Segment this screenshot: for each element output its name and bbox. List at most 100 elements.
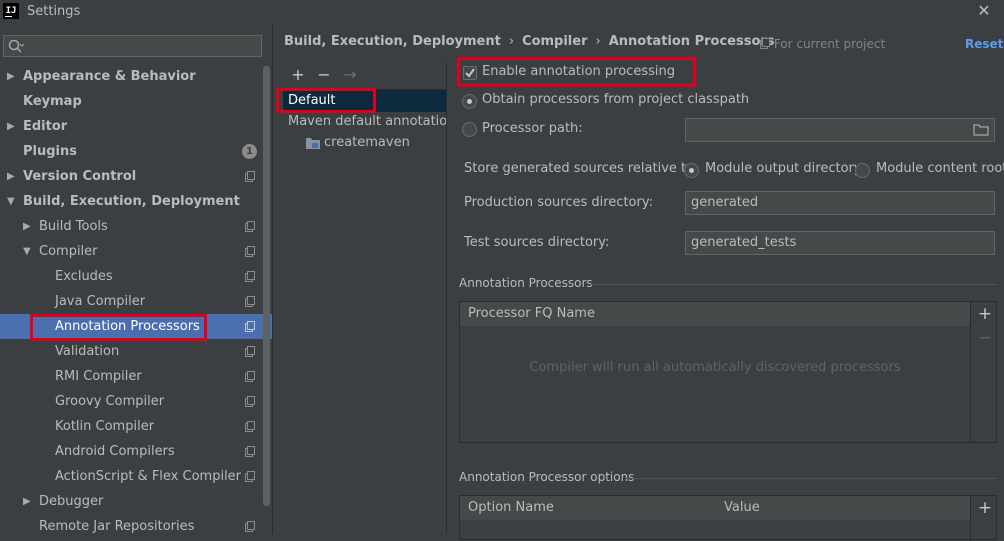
search-input[interactable] xyxy=(3,35,262,57)
tree-item-android-compilers[interactable]: Android Compilers xyxy=(0,439,262,464)
tree-item-label: Validation xyxy=(55,344,120,359)
profile-label: Maven default annotation processors prof… xyxy=(288,114,446,129)
table-toolbar-divider xyxy=(970,302,971,442)
project-scope-icon xyxy=(245,521,255,532)
tree-item-build-tools[interactable]: ▶ Build Tools xyxy=(0,214,262,239)
window-title: Settings xyxy=(27,4,81,19)
tree-item-label: Annotation Processors xyxy=(55,319,200,334)
search-icon xyxy=(8,39,24,53)
table-toolbar-divider xyxy=(970,496,971,541)
tree-item-kotlin-compiler[interactable]: Kotlin Compiler xyxy=(0,414,262,439)
close-icon[interactable]: ✕ xyxy=(970,0,998,22)
tree-item-groovy-compiler[interactable]: Groovy Compiler xyxy=(0,389,262,414)
tree-item-rmi-compiler[interactable]: RMI Compiler xyxy=(0,364,262,389)
chevron-right-icon[interactable]: ▶ xyxy=(23,214,35,239)
tree-item-editor[interactable]: ▶ Editor xyxy=(0,114,262,139)
tree-item-actionscript-flex-compiler[interactable]: ActionScript & Flex Compiler xyxy=(0,464,262,489)
processor-table-header: Processor FQ Name xyxy=(460,302,970,326)
module-content-root-radio[interactable] xyxy=(855,163,870,178)
profile-item-maven-default[interactable]: Maven default annotation processors prof… xyxy=(283,111,446,133)
obtain-from-classpath-radio[interactable] xyxy=(462,94,477,109)
add-option-button[interactable]: + xyxy=(973,498,997,518)
processor-path-field[interactable] xyxy=(685,118,995,142)
tree-item-excludes[interactable]: Excludes xyxy=(0,264,262,289)
profile-label: Default xyxy=(288,93,336,108)
chevron-down-icon[interactable]: ▼ xyxy=(7,189,19,214)
group-divider xyxy=(625,478,997,479)
options-table-header: Option Name Value xyxy=(460,496,970,520)
add-processor-button[interactable]: + xyxy=(973,304,997,324)
chevron-down-icon[interactable]: ▼ xyxy=(23,239,35,264)
tree-item-validation[interactable]: Validation xyxy=(0,339,262,364)
project-scope-icon xyxy=(245,421,255,432)
test-sources-field[interactable]: generated_tests xyxy=(685,231,995,255)
profile-item-createmaven[interactable]: createmaven xyxy=(283,132,446,154)
breadcrumb-separator: › xyxy=(508,34,515,49)
empty-table-message: Compiler will run all automatically disc… xyxy=(529,360,901,375)
processor-path-radio[interactable] xyxy=(462,122,477,137)
move-to-profile-button[interactable]: → xyxy=(341,66,359,84)
tree-item-remote-jar-repositories[interactable]: Remote Jar Repositories xyxy=(0,514,262,539)
breadcrumb-item: Build, Execution, Deployment xyxy=(284,34,501,49)
tree-item-version-control[interactable]: ▶ Version Control xyxy=(0,164,262,189)
value-column[interactable]: Value xyxy=(724,496,760,520)
obtain-from-classpath-label[interactable]: Obtain processors from project classpath xyxy=(482,92,749,107)
tree-item-plugins[interactable]: Plugins 1 xyxy=(0,139,262,164)
tree-item-build-execution-deployment[interactable]: ▼ Build, Execution, Deployment xyxy=(0,189,262,214)
project-scope-icon xyxy=(245,471,255,482)
module-output-directory-radio[interactable] xyxy=(684,163,699,178)
enable-annotation-processing-label[interactable]: Enable annotation processing xyxy=(482,64,675,79)
processor-fq-name-column[interactable]: Processor FQ Name xyxy=(468,302,595,326)
tree-item-appearance-behavior[interactable]: ▶ Appearance & Behavior xyxy=(0,64,262,89)
tree-item-label: Compiler xyxy=(39,244,98,259)
tree-item-label: Editor xyxy=(23,119,68,134)
production-sources-field[interactable]: generated xyxy=(685,191,995,215)
profile-item-default[interactable]: Default xyxy=(283,90,446,112)
store-generated-sources-label: Store generated sources relative to: xyxy=(464,161,699,176)
test-sources-label: Test sources directory: xyxy=(464,235,610,250)
tree-item-compiler[interactable]: ▼ Compiler xyxy=(0,239,262,264)
options-table: Option Name Value + xyxy=(459,495,997,541)
browse-folder-icon[interactable] xyxy=(973,123,989,137)
project-scope-icon xyxy=(245,296,255,307)
tree-item-keymap[interactable]: Keymap xyxy=(0,89,262,114)
settings-tree: ▶ Appearance & Behavior Keymap ▶ Editor … xyxy=(0,64,272,534)
chevron-right-icon[interactable]: ▶ xyxy=(7,164,19,189)
tree-item-annotation-processors[interactable]: Annotation Processors xyxy=(0,314,272,339)
tree-item-label: Plugins xyxy=(23,144,77,159)
tree-item-debugger[interactable]: ▶ Debugger xyxy=(0,489,262,514)
chevron-right-icon[interactable]: ▶ xyxy=(7,114,19,139)
tree-item-java-compiler[interactable]: Java Compiler xyxy=(0,289,262,314)
remove-profile-button[interactable]: − xyxy=(315,66,333,84)
group-divider xyxy=(590,284,997,285)
annotation-processor-options-title: Annotation Processor options xyxy=(459,470,635,484)
project-scope-icon xyxy=(245,246,255,257)
reset-link[interactable]: Reset xyxy=(965,37,1003,51)
profile-list: Default Maven default annotation process… xyxy=(283,89,446,535)
project-scope-icon xyxy=(245,371,255,382)
add-profile-button[interactable]: + xyxy=(289,66,307,84)
splitter[interactable] xyxy=(272,24,273,534)
module-output-directory-label[interactable]: Module output directory xyxy=(705,161,862,176)
option-name-column[interactable]: Option Name xyxy=(468,496,554,520)
processor-table: Processor FQ Name Compiler will run all … xyxy=(459,301,997,443)
chevron-right-icon[interactable]: ▶ xyxy=(23,489,35,514)
remove-processor-button[interactable]: − xyxy=(973,328,997,348)
tree-item-label: Version Control xyxy=(23,169,137,184)
tree-item-label: Java Compiler xyxy=(55,294,146,309)
tree-item-label: Build Tools xyxy=(39,219,108,234)
tree-item-label: Remote Jar Repositories xyxy=(39,519,195,534)
scope-indicator: For current project xyxy=(760,37,885,51)
tree-item-label: ActionScript & Flex Compiler xyxy=(55,469,242,484)
production-sources-label: Production sources directory: xyxy=(464,195,653,210)
project-scope-icon xyxy=(245,221,255,232)
scope-label: For current project xyxy=(773,37,886,51)
chevron-right-icon[interactable]: ▶ xyxy=(7,64,19,89)
profile-label: createmaven xyxy=(324,135,410,150)
project-scope-icon xyxy=(760,38,770,49)
project-scope-icon xyxy=(245,396,255,407)
enable-annotation-processing-checkbox[interactable] xyxy=(463,66,477,80)
module-content-root-label[interactable]: Module content root xyxy=(876,161,1004,176)
processor-path-label[interactable]: Processor path: xyxy=(482,121,583,136)
tree-scrollbar[interactable] xyxy=(263,66,270,506)
